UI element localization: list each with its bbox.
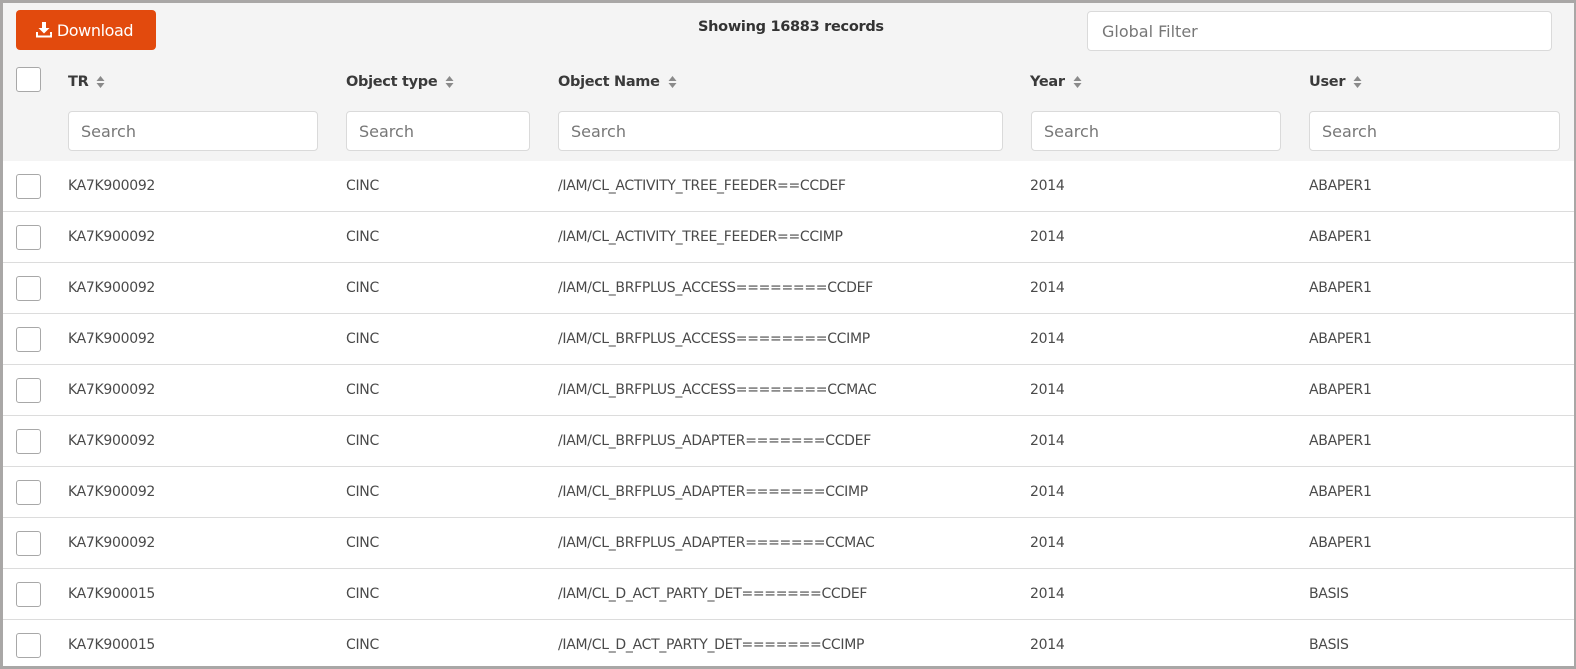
user-cell: ABAPER1 [1309,382,1372,398]
column-header-tr[interactable]: TR [68,71,105,93]
tr-cell: KA7K900092 [68,229,156,245]
year-filter-input[interactable] [1031,111,1281,151]
table-row[interactable]: KA7K900092 CINC/IAM/CL_BRFPLUS_ACCESS====… [3,314,1574,365]
user-cell: ABAPER1 [1309,535,1372,551]
tr-cell: KA7K900092 [68,535,156,551]
year-cell: 2014 [1030,637,1065,653]
column-label: Object type [346,74,438,90]
year-cell: 2014 [1030,280,1065,296]
object-type-cell: CINC [346,229,379,245]
sort-icon[interactable] [668,75,677,89]
object-type-cell: CINC [346,484,379,500]
tr-cell: KA7K900092 [68,280,156,296]
object-name-cell: /IAM/CL_D_ACT_PARTY_DET=======CCIMP [558,637,865,653]
table-body: KA7K900092 CINC/IAM/CL_ACTIVITY_TREE_FEED… [3,161,1574,666]
object-name-cell: /IAM/CL_ACTIVITY_TREE_FEEDER==CCDEF [558,178,846,194]
tr-cell: KA7K900015 [68,586,156,602]
tr-cell: KA7K900092 [68,382,156,398]
table-row[interactable]: KA7K900015 CINC/IAM/CL_D_ACT_PARTY_DET===… [3,569,1574,620]
object-name-cell: /IAM/CL_BRFPLUS_ADAPTER=======CCMAC [558,535,875,551]
tr-cell: KA7K900092 [68,433,156,449]
year-cell: 2014 [1030,229,1065,245]
row-checkbox[interactable] [16,378,41,403]
row-checkbox[interactable] [16,327,41,352]
user-cell: BASIS [1309,637,1349,653]
object-type-cell: CINC [346,331,379,347]
global-filter-input[interactable] [1087,11,1552,51]
year-cell: 2014 [1030,433,1065,449]
object-name-cell: /IAM/CL_BRFPLUS_ACCESS========CCIMP [558,331,870,347]
sort-icon[interactable] [1073,75,1082,89]
tr-cell: KA7K900092 [68,331,156,347]
row-checkbox[interactable] [16,174,41,199]
column-label: Year [1030,74,1065,90]
sort-icon[interactable] [96,75,105,89]
column-header-object-name[interactable]: Object Name [558,71,677,93]
year-cell: 2014 [1030,178,1065,194]
user-cell: ABAPER1 [1309,280,1372,296]
column-header-year[interactable]: Year [1030,71,1082,93]
table-row[interactable]: KA7K900092 CINC/IAM/CL_BRFPLUS_ADAPTER===… [3,416,1574,467]
object-type-cell: CINC [346,535,379,551]
object-type-cell: CINC [346,637,379,653]
object-name-cell: /IAM/CL_BRFPLUS_ACCESS========CCMAC [558,382,877,398]
row-checkbox[interactable] [16,480,41,505]
object-name-cell: /IAM/CL_D_ACT_PARTY_DET=======CCDEF [558,586,868,602]
row-checkbox[interactable] [16,276,41,301]
column-header-user[interactable]: User [1309,71,1362,93]
row-checkbox[interactable] [16,429,41,454]
column-label: TR [68,74,89,90]
table-row[interactable]: KA7K900015 CINC/IAM/CL_D_ACT_PARTY_DET===… [3,620,1574,666]
download-label: Download [56,20,134,40]
row-checkbox[interactable] [16,225,41,250]
user-cell: ABAPER1 [1309,484,1372,500]
user-cell: ABAPER1 [1309,229,1372,245]
row-checkbox[interactable] [16,582,41,607]
table-header-panel: Download Showing 16883 records TR Object… [3,3,1574,161]
object-type-cell: CINC [346,280,379,296]
table-row[interactable]: KA7K900092 CINC/IAM/CL_BRFPLUS_ACCESS====… [3,365,1574,416]
user-filter-input[interactable] [1309,111,1560,151]
year-cell: 2014 [1030,382,1065,398]
object-name-cell: /IAM/CL_BRFPLUS_ADAPTER=======CCDEF [558,433,871,449]
tr-cell: KA7K900092 [68,484,156,500]
row-checkbox[interactable] [16,531,41,556]
year-cell: 2014 [1030,535,1065,551]
row-checkbox[interactable] [16,633,41,658]
records-table-view: Download Showing 16883 records TR Object… [0,0,1576,669]
record-count: Showing 16883 records [698,19,884,35]
tr-cell: KA7K900015 [68,637,156,653]
object-type-filter-input[interactable] [346,111,530,151]
tr-filter-input[interactable] [68,111,318,151]
year-cell: 2014 [1030,331,1065,347]
download-icon [35,21,53,39]
table-row[interactable]: KA7K900092 CINC/IAM/CL_ACTIVITY_TREE_FEED… [3,161,1574,212]
user-cell: ABAPER1 [1309,178,1372,194]
user-cell: BASIS [1309,586,1349,602]
column-label: Object Name [558,74,660,90]
table-row[interactable]: KA7K900092 CINC/IAM/CL_BRFPLUS_ADAPTER===… [3,518,1574,569]
object-type-cell: CINC [346,382,379,398]
year-cell: 2014 [1030,484,1065,500]
download-button[interactable]: Download [16,10,156,50]
object-name-cell: /IAM/CL_BRFPLUS_ACCESS========CCDEF [558,280,873,296]
column-header-object-type[interactable]: Object type [346,71,454,93]
object-name-filter-input[interactable] [558,111,1003,151]
user-cell: ABAPER1 [1309,331,1372,347]
tr-cell: KA7K900092 [68,178,156,194]
select-all-checkbox[interactable] [16,67,41,92]
sort-icon[interactable] [1353,75,1362,89]
object-type-cell: CINC [346,433,379,449]
table-row[interactable]: KA7K900092 CINC/IAM/CL_BRFPLUS_ADAPTER===… [3,467,1574,518]
column-label: User [1309,74,1346,90]
table-row[interactable]: KA7K900092 CINC/IAM/CL_BRFPLUS_ACCESS====… [3,263,1574,314]
year-cell: 2014 [1030,586,1065,602]
sort-icon[interactable] [445,75,454,89]
object-type-cell: CINC [346,178,379,194]
object-name-cell: /IAM/CL_ACTIVITY_TREE_FEEDER==CCIMP [558,229,843,245]
table-row[interactable]: KA7K900092 CINC/IAM/CL_ACTIVITY_TREE_FEED… [3,212,1574,263]
object-type-cell: CINC [346,586,379,602]
user-cell: ABAPER1 [1309,433,1372,449]
object-name-cell: /IAM/CL_BRFPLUS_ADAPTER=======CCIMP [558,484,868,500]
